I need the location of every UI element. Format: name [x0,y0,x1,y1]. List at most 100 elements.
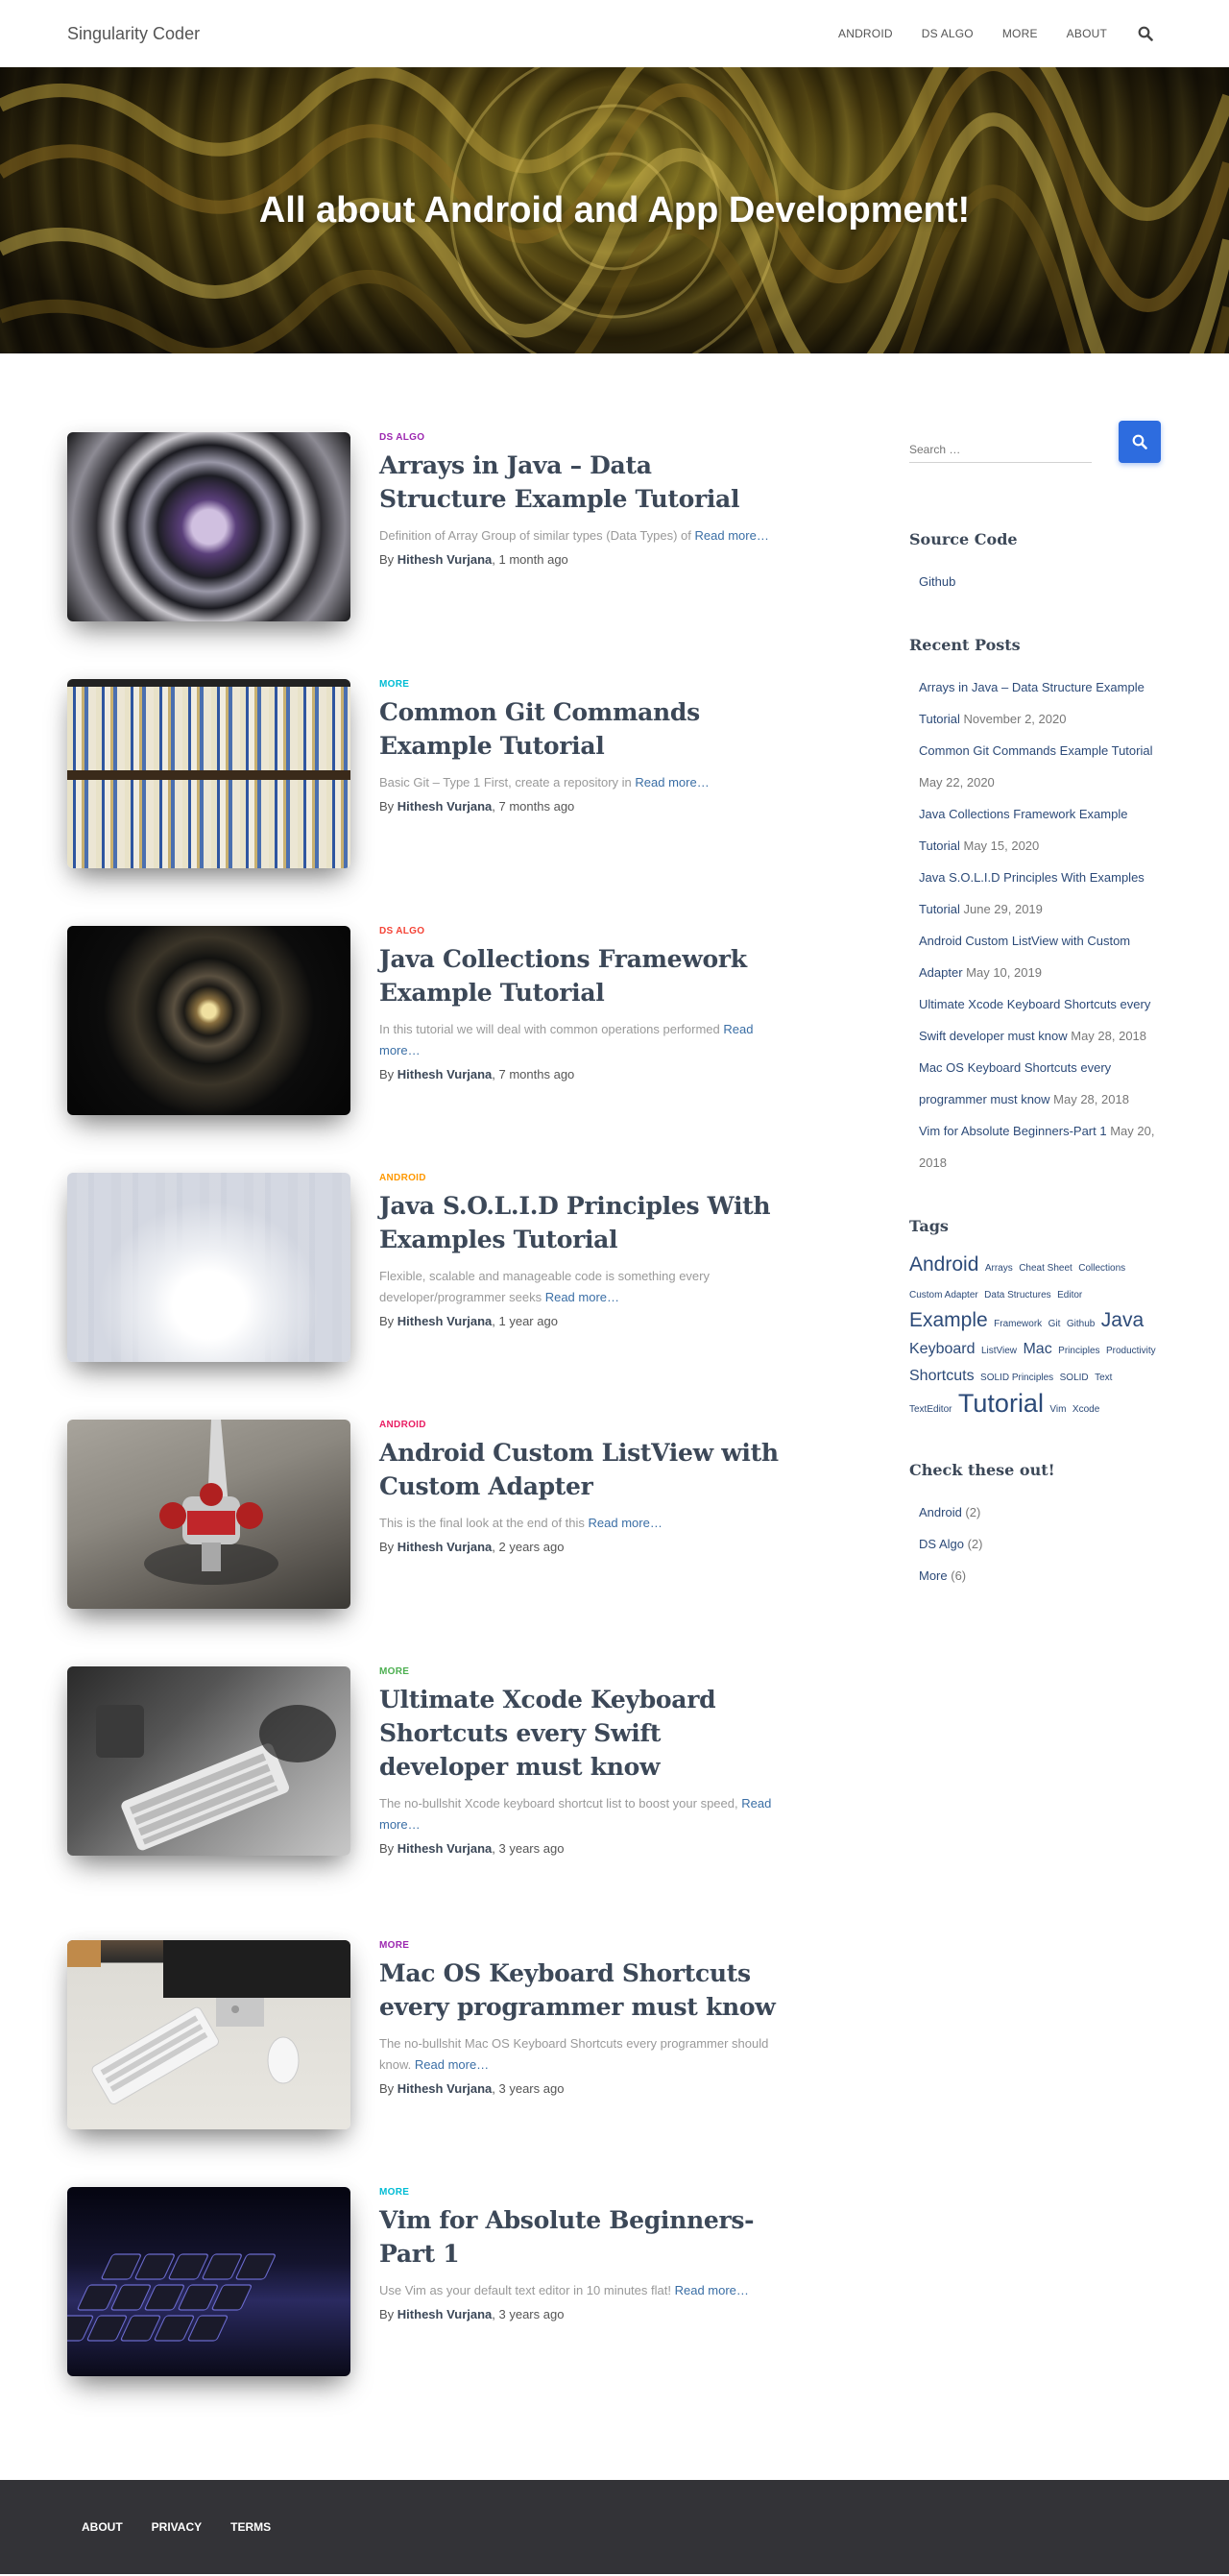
tag-link[interactable]: Vim [1049,1404,1066,1415]
post-category[interactable]: MORE [379,1940,783,1951]
post-thumbnail[interactable] [67,2187,350,2376]
recent-post-link[interactable]: Common Git Commands Example Tutorial [919,743,1152,758]
post-title[interactable]: Arrays in Java – Data Structure Example … [379,449,783,516]
search-button[interactable] [1119,421,1161,463]
post-excerpt: The no-bullshit Xcode keyboard shortcut … [379,1793,783,1835]
post-author[interactable]: Hithesh Vurjana [398,1314,492,1328]
post-thumbnail[interactable] [67,1420,350,1609]
post-author[interactable]: Hithesh Vurjana [398,1540,492,1554]
post-author[interactable]: Hithesh Vurjana [398,2081,492,2096]
list-item: Common Git Commands Example Tutorial May… [919,735,1161,798]
post-date: , 1 year ago [492,1314,558,1328]
nav-link-ds-algo[interactable]: DS ALGO [907,27,988,40]
post-thumbnail[interactable] [67,1666,350,1856]
post-author[interactable]: Hithesh Vurjana [398,2307,492,2321]
post-byline: By Hithesh Vurjana, 7 months ago [379,1067,783,1081]
tag-link[interactable]: Android [909,1253,978,1276]
post-author[interactable]: Hithesh Vurjana [398,799,492,814]
post-title[interactable]: Vim for Absolute Beginners-Part 1 [379,2203,783,2271]
read-more-link[interactable]: Read more… [695,528,769,543]
github-link[interactable]: Github [919,574,955,589]
tag-link[interactable]: Editor [1057,1290,1082,1300]
post-title[interactable]: Java S.O.L.I.D Principles With Examples … [379,1189,783,1256]
post-thumbnail[interactable] [67,679,350,868]
read-more-link[interactable]: Read more… [415,2057,489,2072]
nav-link-about[interactable]: ABOUT [1052,27,1121,40]
category-count: (2) [961,1505,981,1519]
tag-link[interactable]: Example [909,1309,988,1331]
post-author[interactable]: Hithesh Vurjana [398,552,492,567]
post-list: DS ALGO Arrays in Java – Data Structure … [67,421,797,2389]
tag-link[interactable]: Tutorial [958,1389,1044,1418]
tag-link[interactable]: Data Structures [984,1290,1050,1300]
post-thumbnail[interactable] [67,1173,350,1362]
site-brand[interactable]: Singularity Coder [67,24,200,44]
byline-by: By [379,799,395,814]
footer-link-terms[interactable]: TERMS [216,2520,285,2534]
post-category[interactable]: MORE [379,679,783,690]
tag-link[interactable]: Principles [1058,1346,1099,1356]
category-link-more[interactable]: More [919,1568,948,1583]
tag-link[interactable]: Shortcuts [909,1368,975,1384]
category-link-ds-algo[interactable]: DS Algo [919,1537,964,1551]
search-icon [1138,26,1153,41]
read-more-link[interactable]: Read more… [589,1516,663,1530]
post-thumbnail[interactable] [67,1940,350,2129]
tag-link[interactable]: Mac [1023,1341,1051,1357]
post-author[interactable]: Hithesh Vurjana [398,1067,492,1081]
search-input[interactable] [909,435,1092,463]
post-title[interactable]: Android Custom ListView with Custom Adap… [379,1436,783,1503]
tag-link[interactable]: Text [1095,1373,1112,1383]
post-category[interactable]: MORE [379,2187,783,2198]
post-thumbnail[interactable] [67,432,350,621]
byline-by: By [379,1067,395,1081]
post-body: MORE Vim for Absolute Beginners-Part 1 U… [379,2175,783,2321]
tag-link[interactable]: Collections [1078,1263,1125,1274]
post-item: DS ALGO Java Collections Framework Examp… [67,914,797,1161]
category-count: (2) [963,1537,983,1551]
post-title[interactable]: Java Collections Framework Example Tutor… [379,942,783,1009]
tag-link[interactable]: SOLID [1060,1373,1089,1383]
post-title[interactable]: Mac OS Keyboard Shortcuts every programm… [379,1956,783,2024]
post-date: , 3 years ago [492,1841,565,1856]
post-category[interactable]: DS ALGO [379,926,783,936]
nav-search-button[interactable] [1129,17,1162,50]
post-category[interactable]: ANDROID [379,1420,783,1430]
tag-link[interactable]: Custom Adapter [909,1290,978,1300]
tag-link[interactable]: Arrays [985,1263,1013,1274]
category-list: Android (2) DS Algo (2) More (6) [909,1496,1161,1592]
read-more-link[interactable]: Read more… [675,2283,749,2297]
tag-link[interactable]: Keyboard [909,1341,976,1357]
tag-link[interactable]: Framework [994,1319,1042,1329]
tag-link[interactable]: Java [1101,1309,1144,1331]
tag-link[interactable]: Xcode [1072,1404,1099,1415]
post-category[interactable]: DS ALGO [379,432,783,443]
post-category[interactable]: MORE [379,1666,783,1677]
excerpt-text: In this tutorial we will deal with commo… [379,1022,720,1036]
category-link-android[interactable]: Android [919,1505,962,1519]
tag-link[interactable]: Github [1067,1319,1095,1329]
footer-link-privacy[interactable]: PRIVACY [137,2520,216,2534]
tag-link[interactable]: ListView [981,1346,1017,1356]
nav-link-more[interactable]: MORE [988,27,1052,40]
tag-link[interactable]: SOLID Principles [980,1373,1053,1383]
nav-link-android[interactable]: ANDROID [824,27,907,40]
tag-link[interactable]: Git [1048,1319,1061,1329]
tag-link[interactable]: Productivity [1106,1346,1156,1356]
read-more-link[interactable]: Read more… [635,775,709,790]
read-more-link[interactable]: Read more… [545,1290,619,1304]
post-body: MORE Common Git Commands Example Tutoria… [379,668,783,814]
tag-link[interactable]: Cheat Sheet [1019,1263,1072,1274]
tag-link[interactable]: TextEditor [909,1404,952,1415]
post-title[interactable]: Common Git Commands Example Tutorial [379,695,783,763]
post-thumbnail[interactable] [67,926,350,1115]
post-body: ANDROID Android Custom ListView with Cus… [379,1408,783,1554]
post-author[interactable]: Hithesh Vurjana [398,1841,492,1856]
excerpt-text: This is the final look at the end of thi… [379,1516,585,1530]
post-title[interactable]: Ultimate Xcode Keyboard Shortcuts every … [379,1683,783,1784]
recent-post-link[interactable]: Vim for Absolute Beginners-Part 1 [919,1124,1107,1138]
search-icon [1132,434,1147,450]
recent-post-date: May 28, 2018 [1049,1092,1129,1106]
footer-link-about[interactable]: ABOUT [67,2520,137,2534]
post-category[interactable]: ANDROID [379,1173,783,1183]
